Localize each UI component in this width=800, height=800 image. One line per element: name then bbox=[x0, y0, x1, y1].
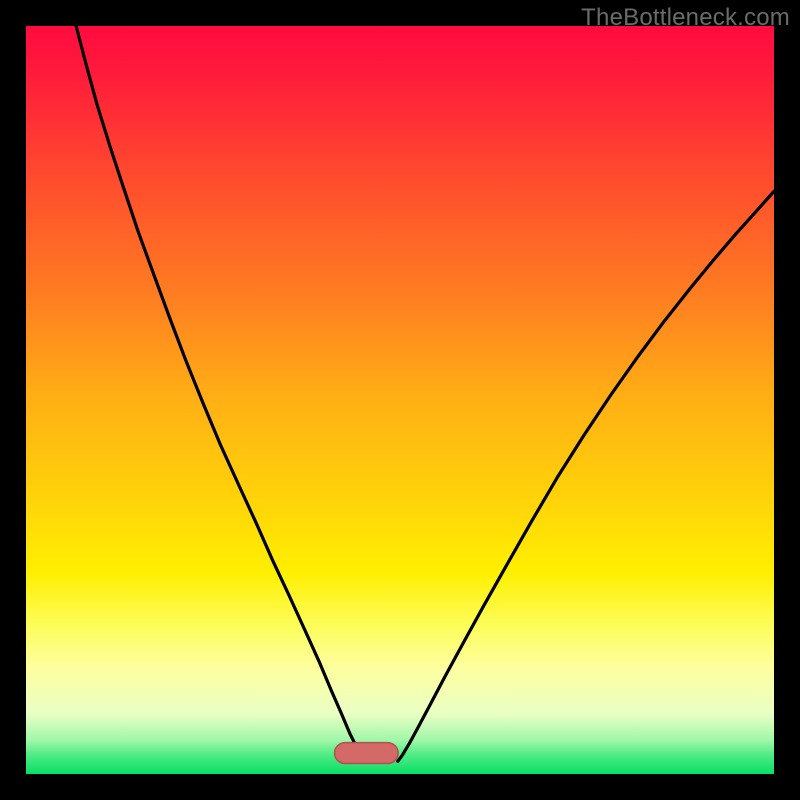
chart-svg bbox=[26, 26, 774, 774]
chart-plot bbox=[26, 26, 774, 774]
chart-marker bbox=[335, 743, 399, 764]
watermark-text: TheBottleneck.com bbox=[581, 4, 790, 32]
chart-frame: TheBottleneck.com bbox=[0, 0, 800, 800]
chart-background bbox=[26, 26, 774, 774]
bottleneck-marker bbox=[335, 743, 399, 764]
